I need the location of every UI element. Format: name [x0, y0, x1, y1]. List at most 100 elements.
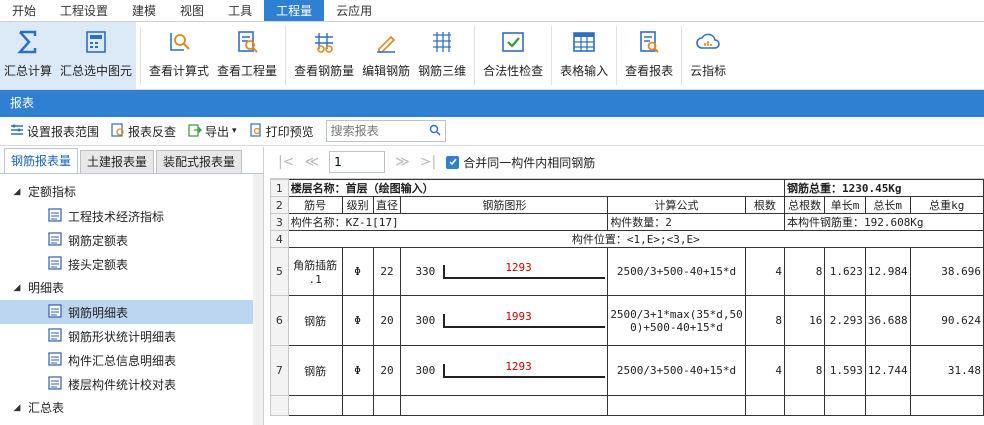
report-doc-icon	[48, 255, 62, 273]
rebar-3d-button[interactable]: 钢筋三维	[414, 22, 470, 89]
set-range-button[interactable]: 设置报表范围	[6, 123, 103, 140]
menu-tools[interactable]: 工具	[216, 0, 264, 21]
report-tree-panel: 钢筋报表量 土建报表量 装配式报表量 ◢ 定额指标 工程技术经济指标 钢筋定额表…	[0, 147, 264, 425]
rebar-3d-icon	[428, 28, 456, 56]
table-header-row: 2 筋号 级别 直径 钢筋图形 计算公式 根数 总根数 单长m 总长m 总重kg	[270, 196, 984, 214]
calculator-icon	[82, 28, 110, 56]
tree-item-component-summary[interactable]: 构件汇总信息明细表	[0, 348, 253, 372]
report-sheet: 1 楼层名称：首层（绘图输入） 钢筋总重：1230.45Kg 2 筋号 级别 直…	[270, 178, 984, 425]
sum-calc-button[interactable]: 汇总计算	[0, 22, 57, 89]
floor-name: 楼层名称：首层（绘图输入）	[287, 179, 785, 197]
reverse-check-button[interactable]: 报表反查	[107, 122, 180, 140]
rebar-shape: 300 1293	[403, 347, 606, 395]
view-rebar-icon	[310, 28, 338, 56]
panel-title: 报表	[0, 90, 984, 117]
view-formula-button[interactable]: 查看计算式	[145, 22, 213, 89]
next-page-icon[interactable]: ≫	[395, 154, 410, 170]
tree-item-rebar-detail[interactable]: 钢筋明细表	[0, 300, 253, 324]
tree-group-summary[interactable]: ◢ 汇总表	[0, 396, 263, 420]
merge-same-rebar-checkbox[interactable]: 合并同一构件内相同钢筋	[446, 154, 595, 171]
table-row: 4 构件位置：<1,E>;<3,E>	[270, 230, 984, 248]
tree-item-floor-check[interactable]: 楼层构件统计校对表	[0, 372, 253, 396]
tab-prefab-report[interactable]: 装配式报表量	[156, 150, 243, 173]
report-doc-icon	[48, 207, 62, 225]
tab-civil-report[interactable]: 土建报表量	[80, 150, 155, 173]
edit-rebar-button[interactable]: 编辑钢筋	[358, 22, 414, 89]
view-quantity-button[interactable]: 查看工程量	[213, 22, 281, 89]
report-doc-icon	[48, 351, 62, 369]
col-header: 级别	[341, 196, 374, 214]
report-type-tabs: 钢筋报表量 土建报表量 装配式报表量	[0, 147, 263, 174]
table-row[interactable]: 6 钢筋 Φ 20 300 1993 2500/3+1*max(35*d,50 0)…	[270, 295, 984, 346]
table-row: 1 楼层名称：首层（绘图输入） 钢筋总重：1230.45Kg	[270, 179, 984, 197]
view-rebar-button[interactable]: 查看钢筋量	[290, 22, 358, 89]
col-header: 直径	[372, 196, 402, 214]
checkbox-checked-icon	[446, 155, 460, 169]
rebar-shape: 330 1293	[403, 249, 606, 295]
prev-page-icon[interactable]: ≪	[304, 154, 319, 170]
report-tree: ◢ 定额指标 工程技术经济指标 钢筋定额表 接头定额表 ◢ 明细表 钢筋明细表 …	[0, 174, 263, 420]
report-doc-icon	[48, 231, 62, 249]
collapse-arrow-icon: ◢	[13, 283, 21, 293]
tree-group-quota[interactable]: ◢ 定额指标	[0, 180, 263, 204]
cloud-indicator-button[interactable]: 云指标	[686, 22, 730, 89]
tree-scrollbar[interactable]	[253, 174, 263, 425]
menu-view[interactable]: 视图	[168, 0, 216, 21]
check-icon	[499, 28, 527, 56]
tree-item-tech-economic[interactable]: 工程技术经济指标	[0, 204, 253, 228]
menu-modeling[interactable]: 建模	[120, 0, 168, 21]
col-header: 单长m	[824, 196, 866, 214]
col-header: 总长m	[864, 196, 911, 214]
table-input-button[interactable]: 表格输入	[556, 22, 612, 89]
view-report-icon	[635, 28, 663, 56]
search-icon[interactable]	[429, 124, 441, 139]
search-input[interactable]	[326, 121, 423, 141]
report-doc-icon	[48, 303, 62, 321]
tree-item-rebar-shape-stats[interactable]: 钢筋形状统计明细表	[0, 324, 253, 348]
export-icon	[188, 123, 202, 140]
rebar-shape: 300 1993	[403, 297, 606, 345]
menu-project-settings[interactable]: 工程设置	[48, 0, 120, 21]
report-toolbar: 设置报表范围 报表反查 导出 ▾ 打印预览	[0, 117, 984, 146]
total-weight: 钢筋总重：1230.45Kg	[783, 179, 984, 197]
sum-selected-button[interactable]: 汇总选中图元	[56, 22, 137, 89]
settings-list-icon	[10, 123, 24, 140]
report-search	[325, 120, 446, 142]
tree-item-joint-quota[interactable]: 接头定额表	[0, 252, 253, 276]
tree-item-rebar-quota[interactable]: 钢筋定额表	[0, 228, 253, 252]
first-page-icon[interactable]: |<	[278, 154, 294, 170]
col-header: 钢筋图形	[400, 196, 609, 214]
tree-group-detail[interactable]: ◢ 明细表	[0, 276, 263, 300]
col-header: 根数	[744, 196, 785, 214]
table-row: 3 构件名称：KZ-1[17] 构件数量：2 本构件钢筋重：192.608Kg	[270, 213, 984, 231]
collapse-arrow-icon: ◢	[13, 403, 21, 413]
validity-check-button[interactable]: 合法性检查	[479, 22, 547, 89]
report-doc-icon	[48, 375, 62, 393]
table-row[interactable]: 7 钢筋 Φ 20 300 1293 2500/3+500-40+15*d 4 8…	[270, 345, 984, 396]
table-row[interactable]: 5 角筋插筋 .1 Φ 22 330 1293 2500/3+500-40+15*d…	[270, 247, 984, 296]
component-position: 构件位置：<1,E>;<3,E>	[287, 230, 984, 248]
export-button[interactable]: 导出 ▾	[184, 123, 241, 140]
table-input-icon	[570, 28, 598, 56]
print-preview-icon	[249, 122, 263, 140]
last-page-icon[interactable]: >|	[420, 154, 436, 170]
table-row	[270, 395, 984, 416]
page-number-input[interactable]	[329, 151, 386, 173]
menu-start[interactable]: 开始	[0, 0, 48, 21]
menu-quantity[interactable]: 工程量	[264, 0, 325, 21]
sigma-icon	[14, 28, 42, 56]
component-weight: 本构件钢筋重：192.608Kg	[783, 213, 984, 231]
print-preview-button[interactable]: 打印预览	[245, 122, 318, 140]
chevron-down-icon: ▾	[232, 126, 237, 136]
view-report-button[interactable]: 查看报表	[621, 22, 677, 89]
view-formula-icon	[165, 28, 193, 56]
view-quantity-icon	[233, 28, 261, 56]
col-header: 总根数	[783, 196, 826, 214]
ribbon: 汇总计算 汇总选中图元 查看计算式 查看工程量 查看钢筋量 编辑钢筋 钢筋三维 …	[0, 22, 984, 90]
reverse-search-icon	[111, 122, 125, 140]
report-doc-icon	[48, 327, 62, 345]
tab-rebar-report[interactable]: 钢筋报表量	[4, 148, 79, 173]
menu-cloud[interactable]: 云应用	[324, 0, 384, 21]
component-count: 构件数量：2	[607, 213, 785, 231]
cloud-indicator-icon	[694, 28, 722, 56]
